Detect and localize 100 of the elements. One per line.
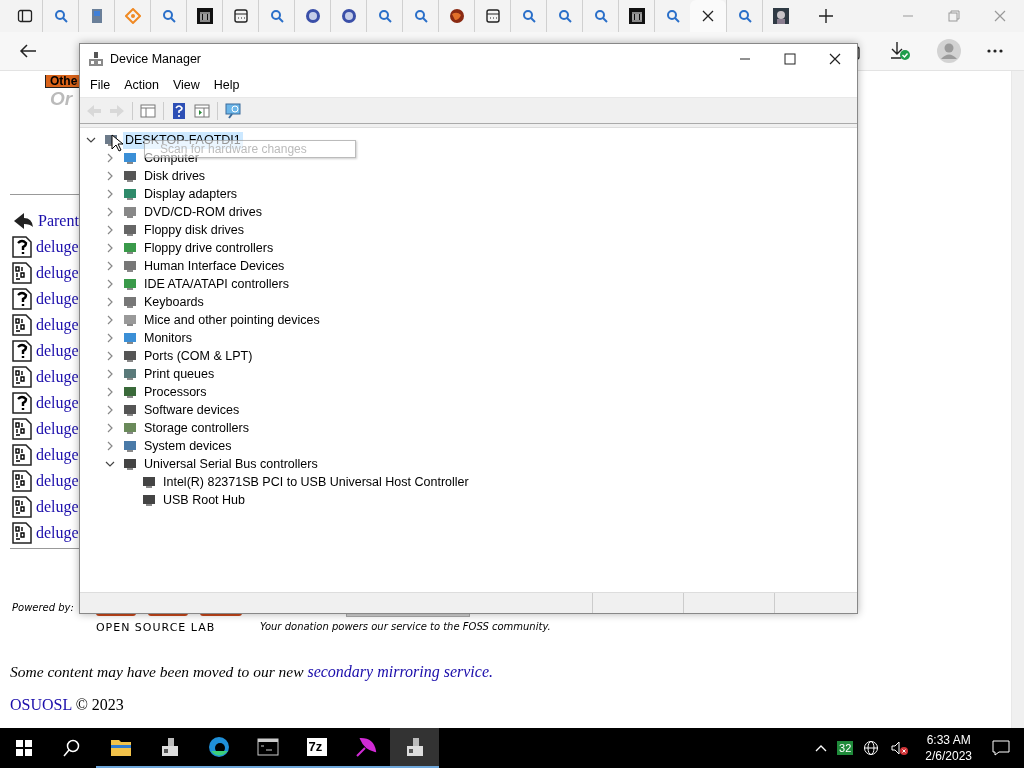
tree-item[interactable]: IDE ATA/ATAPI controllers (142, 275, 291, 293)
planet-icon (448, 8, 465, 24)
library-icon (196, 8, 213, 24)
scan-monitor-icon (225, 102, 241, 119)
binary-file-icon (12, 444, 32, 466)
chevron-up-icon[interactable] (815, 744, 828, 752)
file-link[interactable]: deluge (36, 238, 79, 256)
device-icon (123, 331, 137, 345)
file-link[interactable]: deluge (36, 420, 79, 438)
menu-item[interactable]: Help (206, 78, 247, 92)
help-icon (171, 102, 187, 119)
windows-start-icon[interactable] (16, 740, 32, 756)
tree-item[interactable]: Floppy disk drives (142, 221, 247, 239)
browser-icon (207, 736, 230, 758)
picture-icon (772, 8, 789, 24)
tree-item[interactable]: Intel(R) 82371SB PCI to USB Universal Host Controller (161, 473, 471, 491)
volume-muted-icon[interactable] (891, 740, 910, 756)
device-icon (123, 259, 137, 273)
file-link[interactable]: deluge (36, 342, 79, 360)
device-icon (123, 205, 137, 219)
tree-item[interactable]: Storage controllers (142, 419, 251, 437)
file-link[interactable]: deluge (36, 394, 79, 412)
close-icon[interactable] (702, 10, 714, 22)
sidebar-icon[interactable] (17, 8, 33, 24)
tree-item[interactable]: Ports (COM & LPT) (142, 347, 255, 365)
search-icon[interactable] (63, 739, 81, 757)
tree-item[interactable]: Processors (142, 383, 209, 401)
new-tab-icon[interactable] (818, 8, 834, 24)
device-icon (123, 313, 137, 327)
tray-badge[interactable]: 32 (837, 741, 854, 755)
taskbar-app[interactable] (390, 728, 439, 768)
mirroring-link[interactable]: secondary mirroring service. (307, 663, 493, 680)
clock-time[interactable]: 6:33 AM (926, 732, 971, 748)
file-link[interactable]: deluge (36, 368, 79, 386)
search-icon (160, 8, 177, 24)
file-link[interactable]: deluge (36, 290, 79, 308)
device-icon (123, 223, 137, 237)
maximize-icon[interactable] (784, 52, 796, 65)
donation-note: Your donation powers our service to the FOSS community. (259, 621, 551, 633)
tree-item[interactable]: Print queues (142, 365, 217, 383)
tree-item[interactable]: Display adapters (142, 185, 240, 203)
file-link[interactable]: deluge (36, 472, 79, 490)
osuosl-link[interactable]: OSUOSL (10, 696, 72, 713)
file-link[interactable]: deluge (36, 316, 79, 334)
unknown-file-icon (12, 288, 32, 310)
binary-file-icon (12, 262, 32, 284)
tree-item[interactable]: Floppy drive controllers (142, 239, 276, 257)
back-arrow-icon[interactable] (19, 43, 37, 59)
device-icon (123, 295, 137, 309)
mouse-cursor-icon (111, 134, 123, 152)
device-icon (123, 187, 137, 201)
tree-item[interactable]: Disk drives (142, 167, 208, 185)
search-icon (412, 8, 429, 24)
tree-item[interactable]: DVD/CD-ROM drives (142, 203, 265, 221)
tree-item[interactable]: System devices (142, 437, 234, 455)
logo-caption: OPEN SOURCE LAB (95, 622, 217, 633)
parent-link[interactable]: Parent (38, 212, 79, 230)
download-icon[interactable] (889, 41, 911, 61)
terminal-icon (256, 736, 279, 758)
menu-item[interactable]: View (165, 78, 207, 92)
tree-item[interactable]: Monitors (142, 329, 194, 347)
search-icon (664, 8, 681, 24)
profile-avatar-icon[interactable] (937, 39, 961, 63)
tree-item[interactable]: Universal Serial Bus controllers (142, 455, 320, 473)
tree-item[interactable]: Human Interface Devices (142, 257, 287, 275)
globe-icon[interactable] (863, 740, 880, 756)
tree-item[interactable]: Keyboards (142, 293, 206, 311)
close-icon[interactable] (829, 52, 841, 65)
file-link[interactable]: deluge (36, 524, 79, 542)
device-manager-icon (88, 50, 104, 67)
file-link[interactable]: deluge (36, 498, 79, 516)
device-icon (123, 421, 137, 435)
file-link[interactable]: deluge (36, 446, 79, 464)
scrollbar[interactable] (1011, 71, 1024, 728)
toolbar-button[interactable] (223, 100, 243, 121)
device-icon (123, 367, 137, 381)
taskbar-app[interactable]: 7z (292, 728, 341, 768)
device-icon (142, 493, 156, 507)
device-icon (123, 277, 137, 291)
tree-item[interactable]: Mice and other pointing devices (142, 311, 322, 329)
file-link[interactable]: deluge (36, 264, 79, 282)
binary-file-icon (12, 496, 32, 518)
device-icon (123, 169, 137, 183)
console-tree-icon (140, 102, 156, 119)
tree-item[interactable]: Software devices (142, 401, 242, 419)
archive-icon (305, 736, 328, 758)
search-icon (376, 8, 393, 24)
search-icon (520, 8, 537, 24)
tree-item[interactable]: USB Root Hub (161, 491, 247, 509)
binary-file-icon (12, 418, 32, 440)
forward-icon (109, 102, 125, 119)
unknown-file-icon (12, 236, 32, 258)
clock-date[interactable]: 2/6/2023 (925, 748, 972, 764)
back-icon (86, 102, 102, 119)
notifications-icon[interactable] (992, 740, 1010, 756)
unknown-file-icon (12, 340, 32, 362)
menu-item[interactable]: File (83, 78, 118, 92)
globe-icon (304, 8, 321, 24)
menu-item[interactable]: Action (117, 78, 166, 92)
more-menu-icon[interactable] (987, 49, 1003, 53)
